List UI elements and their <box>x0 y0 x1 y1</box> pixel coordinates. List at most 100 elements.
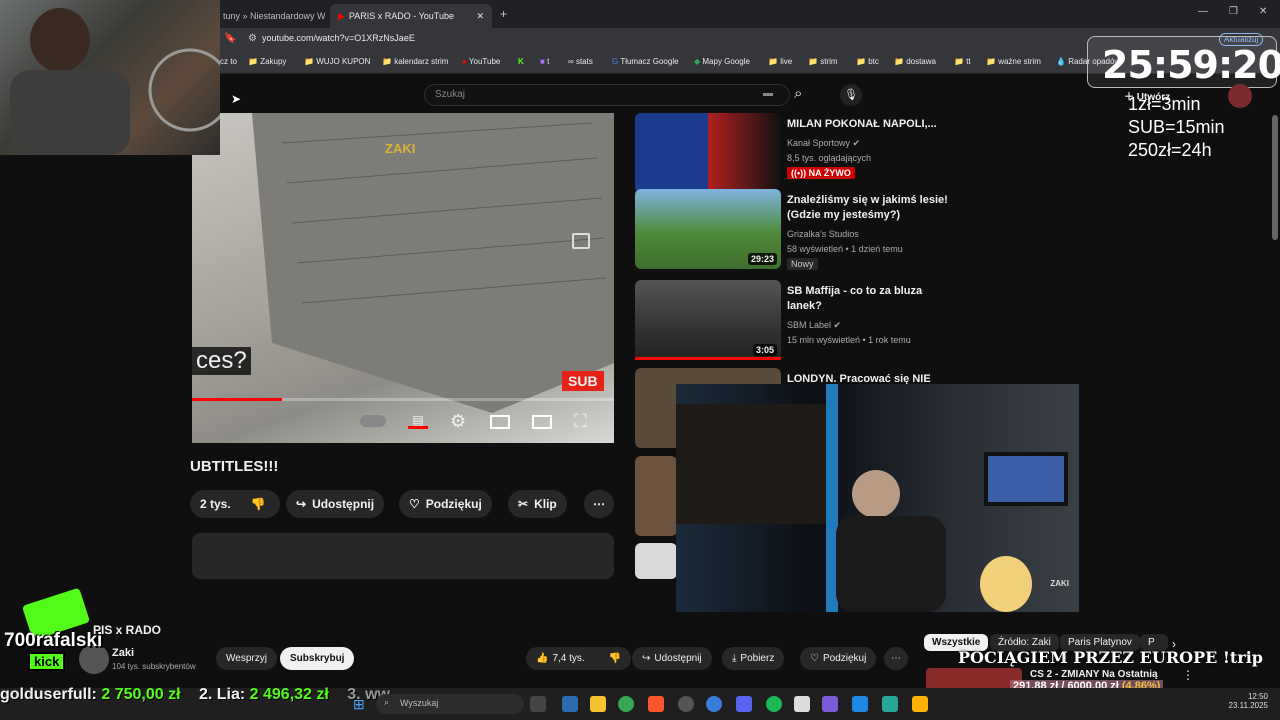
spotify-icon[interactable] <box>766 696 782 712</box>
bookmark-item[interactable]: 📁 ważne strim <box>986 57 1041 66</box>
widgets-icon[interactable] <box>562 696 578 712</box>
obs-icon[interactable] <box>678 696 694 712</box>
create-button[interactable]: ＋ Utwórz <box>1124 88 1170 103</box>
maximize-icon[interactable]: ❐ <box>1229 6 1238 17</box>
progress-track[interactable] <box>192 398 614 401</box>
bookmark-item[interactable]: ● YouTube <box>462 57 500 66</box>
bookmark-icon[interactable]: 🔖 <box>224 33 236 44</box>
bookmark-item[interactable]: ■ t <box>540 57 549 66</box>
bookmark-item[interactable]: cz to <box>220 57 237 66</box>
description-box[interactable] <box>192 533 614 579</box>
bookmark-item[interactable]: 📁 tt <box>954 57 971 66</box>
address-bar[interactable]: youtube.com/watch?v=O1XRzNsJaeE <box>262 33 415 43</box>
site-info-icon[interactable]: ⚙ <box>248 33 257 44</box>
tab-youtube[interactable]: ▶ PARIS x RADO - YouTube ✕ <box>330 4 492 28</box>
task-view-icon[interactable] <box>530 696 546 712</box>
video-thumbnail[interactable] <box>635 113 781 193</box>
donor-amount: 2 496,32 zł <box>249 686 329 703</box>
app-icon[interactable] <box>852 696 868 712</box>
video-player[interactable]: ZAKI ces? SUB ▤ ⚙ ⛶ <box>192 113 614 443</box>
taskbar-search[interactable]: ⌕ Wyszukaj <box>376 694 524 714</box>
bookmark-item[interactable]: G Tłumacz Google <box>612 57 679 66</box>
brave-icon[interactable] <box>648 696 664 712</box>
view-count: 8,5 tys. oglądających <box>787 153 872 163</box>
theater-icon[interactable] <box>532 415 552 429</box>
list-item[interactable]: MILAN POKONAŁ NAPOLI,... Kanał Sportowy … <box>635 113 1075 197</box>
bookmark-item[interactable]: 📁 WUJO KUPON <box>304 57 370 66</box>
engraved-plaque <box>252 113 614 413</box>
subtitles-icon[interactable]: ▤ <box>408 413 428 429</box>
app-icon[interactable] <box>882 696 898 712</box>
like-button[interactable]: 2 tys. 👎 <box>190 490 280 518</box>
clip-button[interactable]: ✂ Klip <box>508 490 567 518</box>
person-body <box>10 70 130 155</box>
video-thumbnail[interactable] <box>635 543 677 579</box>
video-title[interactable]: MILAN POKONAŁ NAPOLI,... <box>787 117 957 132</box>
tv-screen <box>984 452 1068 506</box>
share-button[interactable]: ↪ Udostępnij <box>632 647 712 670</box>
subathon-timer: 25:59:20 <box>1087 36 1280 88</box>
chrome-icon[interactable] <box>618 696 634 712</box>
new-tab-icon[interactable]: + <box>500 7 507 21</box>
channel-name[interactable]: Zaki <box>112 647 134 659</box>
download-button[interactable]: ⤓ Pobierz <box>722 647 785 670</box>
bookmark-item[interactable]: 📁 btc <box>856 57 879 66</box>
like-button[interactable]: 👍 7,4 tys. 👎 <box>526 647 632 670</box>
system-clock[interactable]: 12:50 23.11.2025 <box>1228 692 1268 710</box>
video-thumbnail[interactable] <box>635 456 677 536</box>
thanks-button[interactable]: ♡ Podziękuj <box>399 490 492 518</box>
donor-name: 2. Lia: <box>198 686 246 703</box>
bookmark-item[interactable]: 📁 Zakupy <box>248 57 286 66</box>
list-item[interactable]: 3:05 SB Maffija - co to za bluza lanek? … <box>635 280 1075 364</box>
dislike-icon[interactable]: 👎 <box>251 497 266 511</box>
next-video-title[interactable]: CS 2 - ZMIANY Na Ostatnią <box>1030 669 1158 680</box>
mic-icon[interactable]: 🎙 <box>840 84 862 106</box>
subscribe-button[interactable]: Subskrybuj <box>280 647 355 670</box>
fullscreen-icon[interactable]: ⛶ <box>574 411 587 432</box>
discord-icon[interactable] <box>736 696 752 712</box>
keyboard-icon[interactable]: ▬ <box>763 88 773 99</box>
list-item[interactable]: 29:23 Znaleźliśmy się w jakimś lesie! (G… <box>635 189 1075 273</box>
webcam-figure <box>10 8 232 155</box>
app-icon[interactable] <box>822 696 838 712</box>
settings-icon[interactable]: ⚙ <box>450 411 466 432</box>
video-thumbnail[interactable]: 3:05 <box>635 280 781 360</box>
bookmark-item[interactable]: ◆ Mapy Google <box>694 57 750 66</box>
search-icon[interactable]: ⌕ <box>794 85 802 102</box>
bookmark-item[interactable]: 📁 strim <box>808 57 838 66</box>
avatar[interactable] <box>1228 84 1252 108</box>
bookmark-label: kalendarz strim <box>394 57 449 66</box>
app-icon[interactable] <box>794 696 810 712</box>
miniplayer-icon[interactable] <box>490 415 510 429</box>
more-vert-icon[interactable]: ⋮ <box>1182 668 1194 682</box>
expand-icon[interactable] <box>572 233 590 249</box>
bookmark-item[interactable]: ∞ stats <box>568 57 593 66</box>
windows-start-icon[interactable]: ⊞ <box>353 696 365 713</box>
timer-rule: 250zł=24h <box>1128 140 1212 160</box>
live-badge: ((•)) NA ŻYWO <box>787 167 855 179</box>
minimize-icon[interactable]: — <box>1198 6 1208 17</box>
scrollbar[interactable] <box>1272 115 1278 240</box>
dislike-icon[interactable]: 👎 <box>609 653 621 664</box>
tab-inactive[interactable]: tuny » Niestandardowy Wyb <box>215 4 325 28</box>
bookmark-item[interactable]: 📁 kalendarz strim <box>382 57 448 66</box>
bookmark-item[interactable]: 📁 live <box>768 57 792 66</box>
app-icon[interactable] <box>706 696 722 712</box>
file-explorer-icon[interactable] <box>590 696 606 712</box>
kick-bookmark-icon[interactable]: K <box>518 57 524 66</box>
video-title[interactable]: Znaleźliśmy się w jakimś lesie! (Gdzie m… <box>787 193 957 223</box>
share-button[interactable]: ↪ Udostępnij <box>286 490 385 518</box>
more-actions-button[interactable]: ⋯ <box>884 647 908 670</box>
video-title[interactable]: SB Maffija - co to za bluza lanek? <box>787 284 957 314</box>
search-input[interactable]: Szukaj ▬ <box>424 84 790 106</box>
close-tab-icon[interactable]: ✕ <box>476 11 484 22</box>
bookmark-item[interactable]: 📁 dostawa <box>894 57 936 66</box>
close-window-icon[interactable]: ✕ <box>1259 6 1267 17</box>
video-thumbnail[interactable]: 29:23 <box>635 189 781 269</box>
app-icon[interactable] <box>912 696 928 712</box>
support-button[interactable]: Wesprzyj <box>216 647 277 670</box>
thanks-button[interactable]: ♡ Podziękuj <box>800 647 877 670</box>
more-actions-button[interactable]: ⋯ <box>584 490 614 518</box>
autoplay-toggle[interactable] <box>360 415 386 427</box>
bookmark-label: ważne strim <box>998 57 1041 66</box>
